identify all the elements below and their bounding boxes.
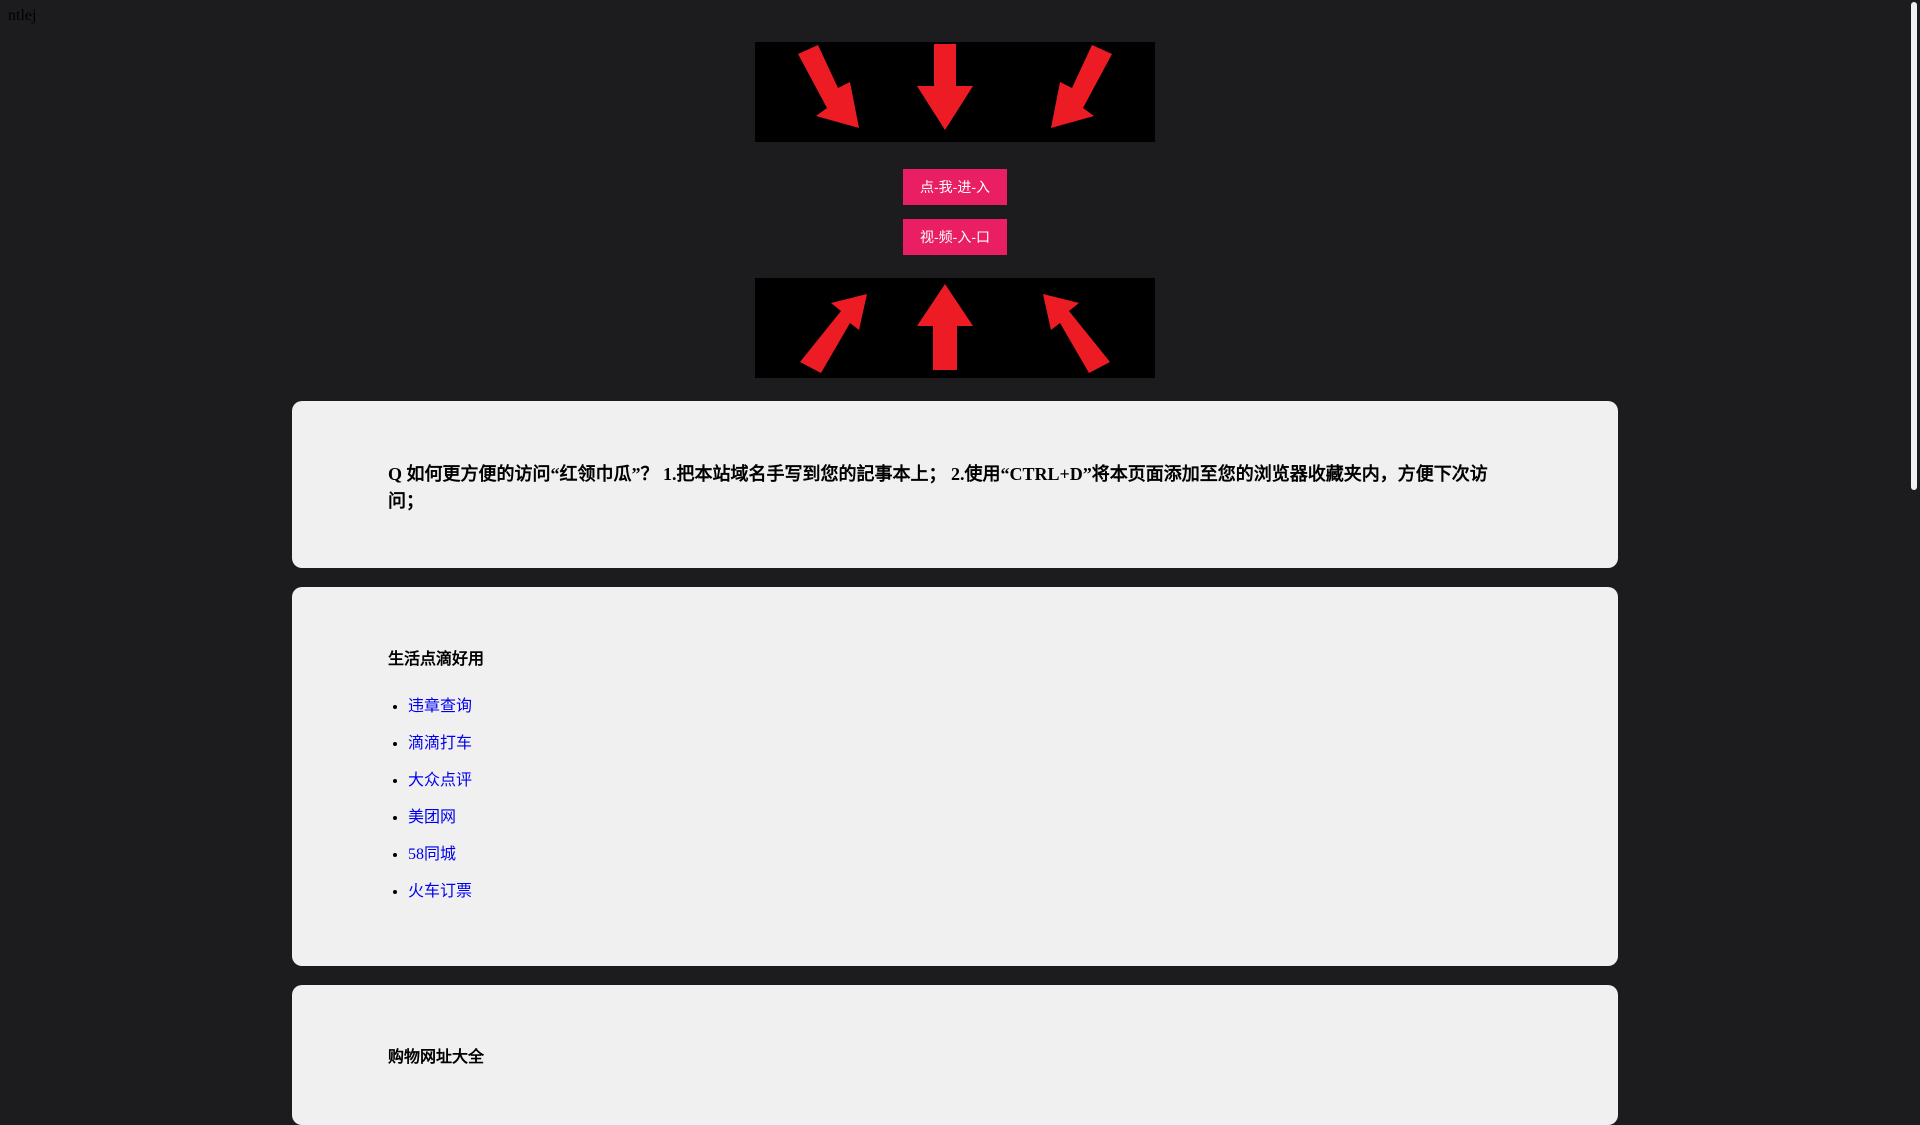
link-meituan[interactable]: 美团网 [408,809,456,826]
life-section-title: 生活点滴好用 [388,651,485,668]
list-item: 大众点评 [408,762,1522,799]
arrow-up-icon [917,284,973,370]
corner-text: ntlej [8,7,37,24]
list-item: 58同城 [408,836,1522,873]
scrollbar[interactable] [1908,0,1920,1080]
page: ntlej 点-我-进-入 视-频-入-口 Q 如何更方便的访问“红领巾瓜”？ … [0,0,1908,1125]
life-link-list: 违章查询 滴滴打车 大众点评 美团网 58同城 火车订票 [388,688,1522,910]
link-train-tickets[interactable]: 火车订票 [408,883,472,900]
link-dianping[interactable]: 大众点评 [408,772,472,789]
list-item: 火车订票 [408,873,1522,910]
arrow-down-right-icon [798,45,859,128]
link-didi[interactable]: 滴滴打车 [408,735,472,752]
shop-section-card: 购物网址大全 [292,985,1618,1125]
arrow-down-left-icon [1051,45,1112,128]
scrollbar-thumb[interactable] [1911,2,1917,490]
notice-card: Q 如何更方便的访问“红领巾瓜”？ 1.把本站域名手写到您的記事本上； 2.使用… [292,401,1618,568]
arrow-up-left-icon [1043,294,1110,373]
link-traffic-violation[interactable]: 违章查询 [408,698,472,715]
notice-text: Q 如何更方便的访问“红领巾瓜”？ 1.把本站域名手写到您的記事本上； 2.使用… [388,464,1488,511]
shop-section-title: 购物网址大全 [388,1049,485,1066]
list-item: 美团网 [408,799,1522,836]
list-item: 滴滴打车 [408,725,1522,762]
arrow-up-right-icon [800,294,867,373]
arrow-down-icon [917,44,973,130]
link-58[interactable]: 58同城 [408,846,456,863]
video-entry-button[interactable]: 视-频-入-口 [903,219,1007,255]
arrow-banner-top [755,42,1155,142]
enter-button[interactable]: 点-我-进-入 [903,169,1007,205]
list-item: 违章查询 [408,688,1522,725]
life-section-card: 生活点滴好用 违章查询 滴滴打车 大众点评 美团网 58同城 火车订票 [292,587,1618,966]
arrow-banner-bottom [755,278,1155,378]
